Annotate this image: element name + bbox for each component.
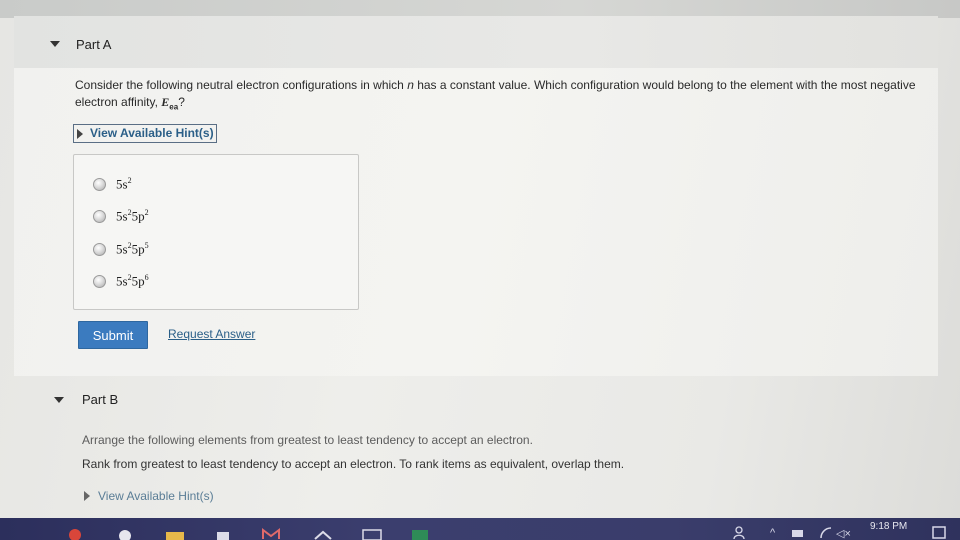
config-superscript-2: 6 [144,272,149,282]
choice-option-1[interactable]: 5s2 [93,175,132,193]
question-end: ? [178,95,185,109]
expand-triangle-icon [77,129,83,139]
config-orbital: 5s [116,241,128,257]
electron-affinity-subscript: ea [169,102,179,112]
taskbar-clock[interactable]: 9:18 PM [870,521,907,532]
store-icon[interactable] [216,528,230,540]
media-icon[interactable] [362,529,382,540]
radio-button[interactable] [93,274,106,288]
config-superscript: 2 [127,175,132,185]
notification-icon[interactable] [932,526,946,539]
taskbar [0,518,960,540]
view-hints-link-a[interactable]: View Available Hint(s) [73,124,217,143]
radio-button[interactable] [93,242,106,256]
config-orbital: 5s [116,273,128,289]
hint-b-label: View Available Hint(s) [98,489,214,503]
choice-label: 5s2 [116,176,132,192]
collapse-caret-icon[interactable] [54,397,64,403]
wifi-icon[interactable] [820,527,832,539]
view-hints-link-b[interactable]: View Available Hint(s) [84,489,214,503]
config-orbital-2: 5p [131,273,145,289]
config-orbital: 5s [116,176,128,192]
choice-option-4[interactable]: 5s25p6 [93,272,149,290]
part-b-rank-text: Rank from greatest to least tendency to … [82,457,625,471]
choice-label: 5s25p6 [116,273,149,289]
choice-label: 5s25p5 [116,241,149,257]
radio-button[interactable] [93,177,106,191]
question-start: Consider the following neutral electron … [75,78,408,92]
part-b-instructions: Arrange the following elements from grea… [82,433,533,447]
choice-option-2[interactable]: 5s25p2 [93,207,149,225]
expand-triangle-icon [84,491,90,501]
submit-button[interactable]: Submit [78,321,148,349]
hint-a-label: View Available Hint(s) [90,126,214,140]
gmail-icon[interactable] [262,528,280,540]
config-superscript-2: 5 [144,240,149,250]
people-icon[interactable] [732,525,746,539]
radio-button[interactable] [93,209,106,223]
config-orbital-2: 5p [131,208,145,224]
part-b-header[interactable] [14,376,938,422]
choice-label: 5s25p2 [116,208,149,224]
question-text: Consider the following neutral electron … [75,77,935,115]
screen: Part A Consider the following neutral el… [0,0,960,540]
app-icon[interactable] [118,528,132,540]
mail-icon[interactable] [314,530,332,540]
request-answer-link[interactable]: Request Answer [168,327,255,341]
collapse-caret-icon[interactable] [50,41,60,47]
part-a-header[interactable] [14,16,938,68]
choice-option-3[interactable]: 5s25p5 [93,240,149,258]
question-variable: n [407,78,414,92]
excel-icon[interactable] [412,530,428,540]
chrome-icon[interactable] [68,528,82,540]
folder-icon[interactable] [166,532,184,540]
chevron-up-icon[interactable]: ^ [770,527,775,539]
battery-icon[interactable] [792,530,804,538]
config-superscript-2: 2 [144,207,149,217]
part-a-title: Part A [76,37,112,52]
config-orbital-2: 5p [131,241,145,257]
part-b-title: Part B [82,392,119,407]
answer-choices-box: 5s2 5s25p2 5s25p5 5s25p6 [73,154,359,310]
config-orbital: 5s [116,208,128,224]
volume-icon[interactable]: ◁× [836,527,851,540]
